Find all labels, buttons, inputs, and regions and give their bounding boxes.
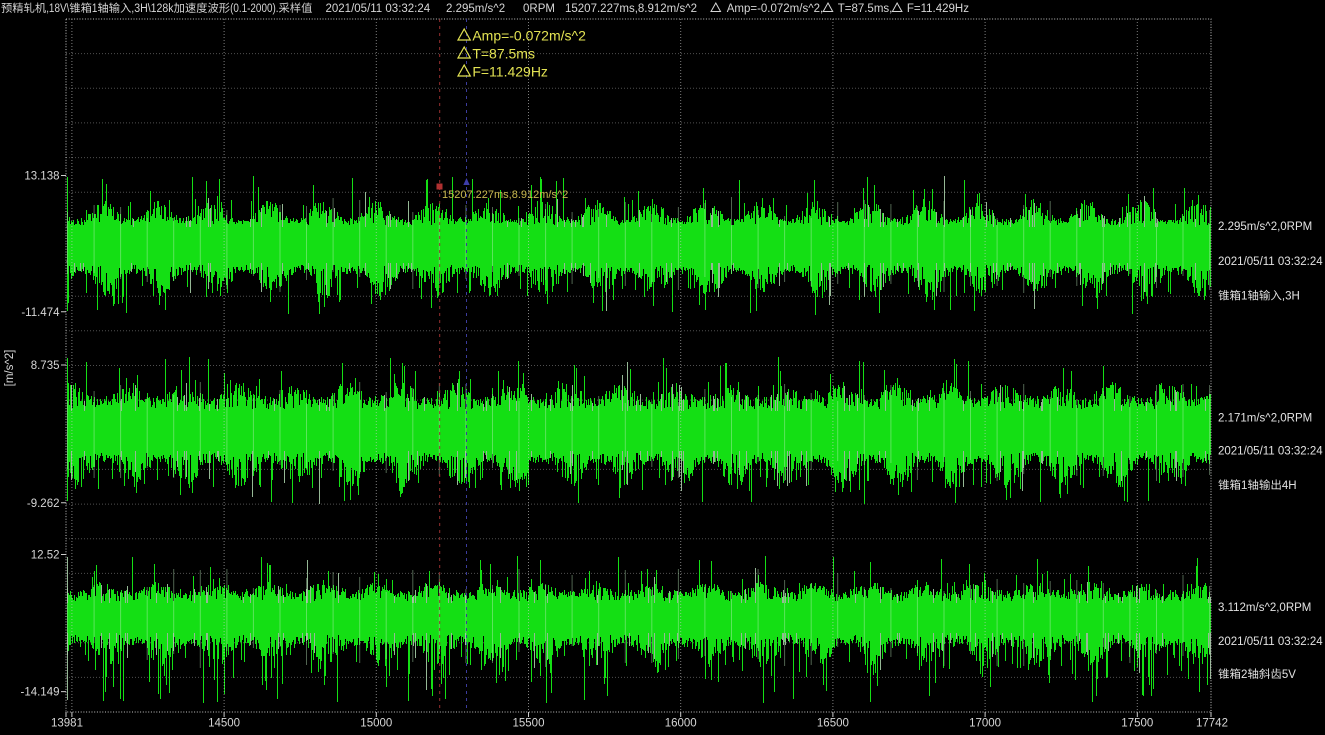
svg-text:-11.474: -11.474 (21, 307, 60, 319)
svg-text:F=11.429Hz: F=11.429Hz (472, 64, 548, 80)
svg-text:2021/05/11 03:32:24: 2021/05/11 03:32:24 (1218, 446, 1323, 458)
svg-text:15207.227ms,8.912m/s^2: 15207.227ms,8.912m/s^2 (442, 189, 568, 201)
svg-text:2021/05/11 03:32:24: 2021/05/11 03:32:24 (326, 3, 431, 15)
svg-text:2.295m/s^2: 2.295m/s^2 (446, 3, 505, 15)
svg-text:17742: 17742 (1196, 718, 1228, 730)
svg-text:5V: 5V (1282, 669, 1296, 681)
svg-text:4H: 4H (1282, 480, 1297, 492)
svg-text:13981: 13981 (51, 718, 83, 730)
svg-text:16000: 16000 (665, 718, 697, 730)
svg-text:14500: 14500 (208, 718, 240, 730)
svg-text:-14.149: -14.149 (20, 687, 59, 699)
svg-text:15500: 15500 (513, 718, 545, 730)
svg-text:1: 1 (1241, 291, 1247, 303)
svg-text:0RPM: 0RPM (523, 3, 555, 15)
svg-text:2.171m/s^2,0RPM: 2.171m/s^2,0RPM (1218, 413, 1312, 425)
svg-text:1: 1 (92, 3, 98, 15)
svg-text:15207.227ms,8.912m/s^2: 15207.227ms,8.912m/s^2 (565, 3, 697, 15)
svg-text:13.138: 13.138 (24, 171, 59, 183)
svg-text:Amp=-0.072m/s^2: Amp=-0.072m/s^2 (472, 28, 586, 44)
svg-text:T=87.5ms,: T=87.5ms, (838, 3, 893, 15)
svg-text:Amp=-0.072m/s^2,: Amp=-0.072m/s^2, (727, 3, 823, 15)
svg-text:(0.1-2000).: (0.1-2000). (230, 3, 278, 15)
svg-text:,18V\: ,18V\ (46, 3, 70, 15)
svg-text:12.52: 12.52 (31, 550, 60, 562)
svg-text:F=11.429Hz: F=11.429Hz (907, 3, 969, 15)
svg-text:2021/05/11 03:32:24: 2021/05/11 03:32:24 (1218, 256, 1323, 268)
svg-text:[m/s^2]: [m/s^2] (4, 350, 16, 387)
svg-text:,3H: ,3H (1282, 291, 1300, 303)
svg-text:17000: 17000 (969, 718, 1001, 730)
svg-text:3.112m/s^2,0RPM: 3.112m/s^2,0RPM (1218, 602, 1311, 614)
svg-text:-9.262: -9.262 (27, 498, 60, 510)
svg-text:17500: 17500 (1121, 718, 1153, 730)
svg-text:T=87.5ms: T=87.5ms (472, 46, 535, 62)
svg-text:16500: 16500 (817, 718, 849, 730)
svg-text:2: 2 (1241, 669, 1247, 681)
svg-text:2021/05/11 03:32:24: 2021/05/11 03:32:24 (1218, 636, 1323, 648)
svg-text:2.295m/s^2,0RPM: 2.295m/s^2,0RPM (1218, 221, 1312, 233)
svg-text:15000: 15000 (360, 718, 392, 730)
svg-text:8.735: 8.735 (31, 360, 60, 372)
svg-text:,3H\128k: ,3H\128k (131, 3, 174, 15)
svg-text:1: 1 (1241, 480, 1247, 492)
